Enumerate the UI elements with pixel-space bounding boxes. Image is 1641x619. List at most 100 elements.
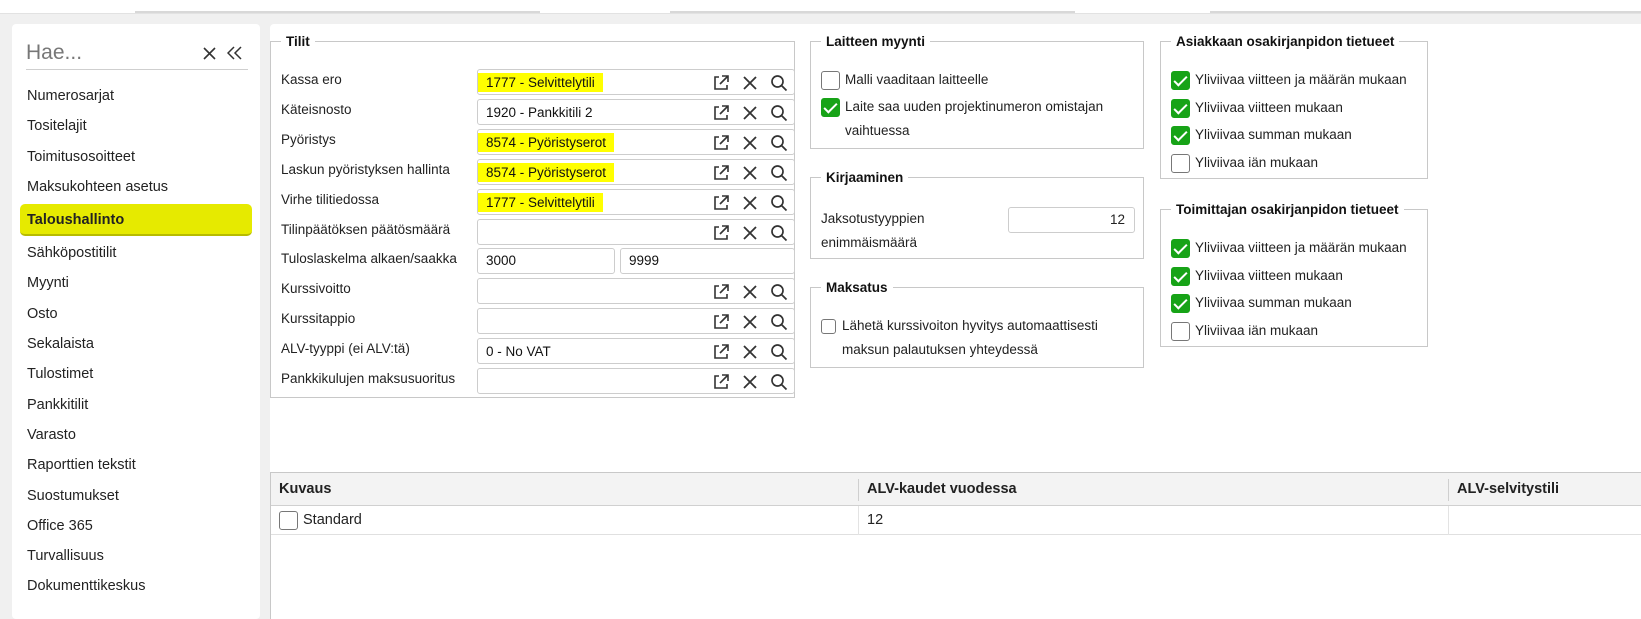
account-row: Pyöristys 8574 - Pyöristyserot [281, 128, 795, 155]
account-value: 1920 - Pankkitili 2 [486, 104, 593, 120]
asiakas-checkbox[interactable] [1171, 153, 1190, 173]
account-row: Kassa ero 1777 - Selvittelytili [281, 69, 795, 95]
row-checkbox[interactable] [279, 511, 298, 530]
search-icon[interactable] [767, 222, 790, 244]
toimittaja-checkbox[interactable] [1171, 294, 1190, 313]
toimittaja-checkbox[interactable] [1171, 321, 1190, 341]
open-external-icon[interactable] [709, 162, 732, 184]
account-input[interactable]: 8574 - Pyöristyserot [477, 128, 795, 155]
search-icon[interactable] [767, 341, 790, 363]
asiakas-checkbox[interactable] [1171, 71, 1190, 90]
search-icon[interactable] [767, 311, 790, 333]
column-header-kuvaus[interactable]: Kuvaus [271, 473, 331, 506]
clear-icon[interactable] [738, 132, 761, 154]
clear-icon[interactable] [198, 42, 220, 64]
sidebar-item-0[interactable]: Numerosarjat [20, 81, 252, 111]
range-from-input[interactable]: 3000 [477, 248, 615, 275]
top-tab-indicator [1210, 11, 1641, 13]
asiakas-checkbox[interactable] [1171, 126, 1190, 145]
account-input[interactable]: 1920 - Pankkitili 2 [477, 98, 795, 125]
column-header-alv-kaudet[interactable]: ALV-kaudet vuodessa [859, 473, 1017, 506]
clear-icon[interactable] [738, 341, 761, 363]
account-input[interactable]: 1777 - Selvittelytili [477, 188, 795, 215]
cell-alv-kaudet: 12 [867, 512, 884, 528]
open-external-icon[interactable] [709, 371, 732, 393]
account-input[interactable]: 1777 - Selvittelytili [477, 69, 795, 95]
open-external-icon[interactable] [709, 341, 732, 363]
clear-icon[interactable] [738, 281, 761, 303]
account-row: Käteisnosto 1920 - Pankkitili 2 [281, 98, 795, 125]
sidebar-item-6[interactable]: Myynti [20, 268, 252, 298]
range-to-input[interactable]: 9999 [620, 248, 795, 275]
clear-icon[interactable] [738, 102, 761, 124]
sidebar-item-2[interactable]: Toimitusosoitteet [20, 142, 252, 172]
clear-icon[interactable] [738, 162, 761, 184]
search-icon[interactable] [767, 72, 790, 94]
sidebar-nav: Numerosarjat Tositelajit Toimitusosoitteet… [20, 81, 252, 602]
sidebar-item-9[interactable]: Tulostimet [20, 359, 252, 389]
account-input[interactable] [477, 308, 795, 335]
account-input[interactable] [477, 218, 795, 245]
asiakas-checkbox[interactable] [1171, 98, 1190, 118]
sidebar-item-5[interactable]: Sähköpostitilit [20, 238, 252, 268]
sidebar-item-16[interactable]: Dokumenttikeskus [20, 571, 252, 601]
asiakas-group: Asiakkaan osakirjanpidon tietueet Ylivii… [1160, 34, 1428, 179]
open-external-icon[interactable] [709, 72, 732, 94]
asiakas-option-label: Yliviivaa viitteen mukaan [1195, 99, 1343, 115]
column-header-alv-selvitystili[interactable]: ALV-selvitystili [1449, 473, 1559, 506]
sidebar-item-13[interactable]: Suostumukset [20, 481, 252, 511]
uusi-projektinumero-checkbox[interactable] [821, 98, 840, 117]
malli-vaaditaan-checkbox[interactable] [821, 71, 840, 90]
sidebar-item-11[interactable]: Varasto [20, 420, 252, 450]
sidebar-item-10[interactable]: Pankkitilit [20, 390, 252, 420]
open-external-icon[interactable] [709, 132, 732, 154]
settings-sidebar: NumerosarjatTositelajitToimitusosoitteet… [12, 24, 260, 619]
clear-icon[interactable] [738, 192, 761, 214]
sidebar-item-3[interactable]: Maksukohteen asetus [20, 172, 252, 202]
search-icon[interactable] [767, 192, 790, 214]
clear-icon[interactable] [738, 222, 761, 244]
account-label: Käteisnosto [281, 101, 352, 117]
sidebar-item-4[interactable]: Taloushallinto [20, 204, 252, 237]
account-input[interactable]: 8574 - Pyöristyserot [477, 158, 795, 185]
open-external-icon[interactable] [709, 102, 732, 124]
account-input[interactable] [477, 368, 795, 394]
account-label: Kurssivoitto [281, 281, 351, 297]
sidebar-item-8[interactable]: Sekalaista [20, 329, 252, 359]
sidebar-item-14[interactable]: Office 365 [20, 511, 252, 541]
account-input[interactable] [477, 278, 795, 305]
toimittaja-checkbox[interactable] [1171, 266, 1190, 286]
sidebar-item-7[interactable]: Osto [20, 299, 252, 329]
sidebar-item-12[interactable]: Raporttien tekstit [20, 450, 252, 480]
toimittaja-checkbox[interactable] [1171, 239, 1190, 258]
account-value [478, 282, 494, 301]
table-row[interactable]: Standard 12 [271, 506, 1641, 535]
jaksotustyyppien-label-line1: Jaksotustyyppien [821, 211, 925, 226]
account-input[interactable]: 0 - No VAT [477, 338, 795, 365]
top-tab-indicator [670, 11, 1075, 13]
search-icon[interactable] [767, 281, 790, 303]
open-external-icon[interactable] [709, 192, 732, 214]
search-icon[interactable] [767, 132, 790, 154]
search-icon[interactable] [767, 102, 790, 124]
search-icon[interactable] [767, 371, 790, 393]
sidebar-item-1[interactable]: Tositelajit [20, 111, 252, 141]
cell-divider [858, 506, 859, 535]
open-external-icon[interactable] [709, 311, 732, 333]
clear-icon[interactable] [738, 371, 761, 393]
account-row: ALV-tyyppi (ei ALV:tä) 0 - No VAT [281, 338, 795, 365]
open-external-icon[interactable] [709, 222, 732, 244]
open-external-icon[interactable] [709, 281, 732, 303]
sidebar-search-input[interactable] [26, 38, 196, 68]
search-icon[interactable] [767, 162, 790, 184]
clear-icon[interactable] [738, 311, 761, 333]
kirjaaminen-title: Kirjaaminen [826, 170, 904, 185]
account-row: Kurssivoitto [281, 278, 795, 305]
kurssivoitto-hyvitys-checkbox[interactable] [821, 319, 836, 334]
jaksotustyyppien-input[interactable]: 12 [1008, 207, 1135, 233]
sidebar-item-15[interactable]: Turvallisuus [20, 541, 252, 571]
account-row: Laskun pyöristyksen hallinta 8574 - Pyöri… [281, 158, 795, 185]
collapse-icon[interactable] [224, 42, 246, 64]
asiakas-title: Asiakkaan osakirjanpidon tietueet [1176, 34, 1395, 49]
clear-icon[interactable] [738, 72, 761, 94]
